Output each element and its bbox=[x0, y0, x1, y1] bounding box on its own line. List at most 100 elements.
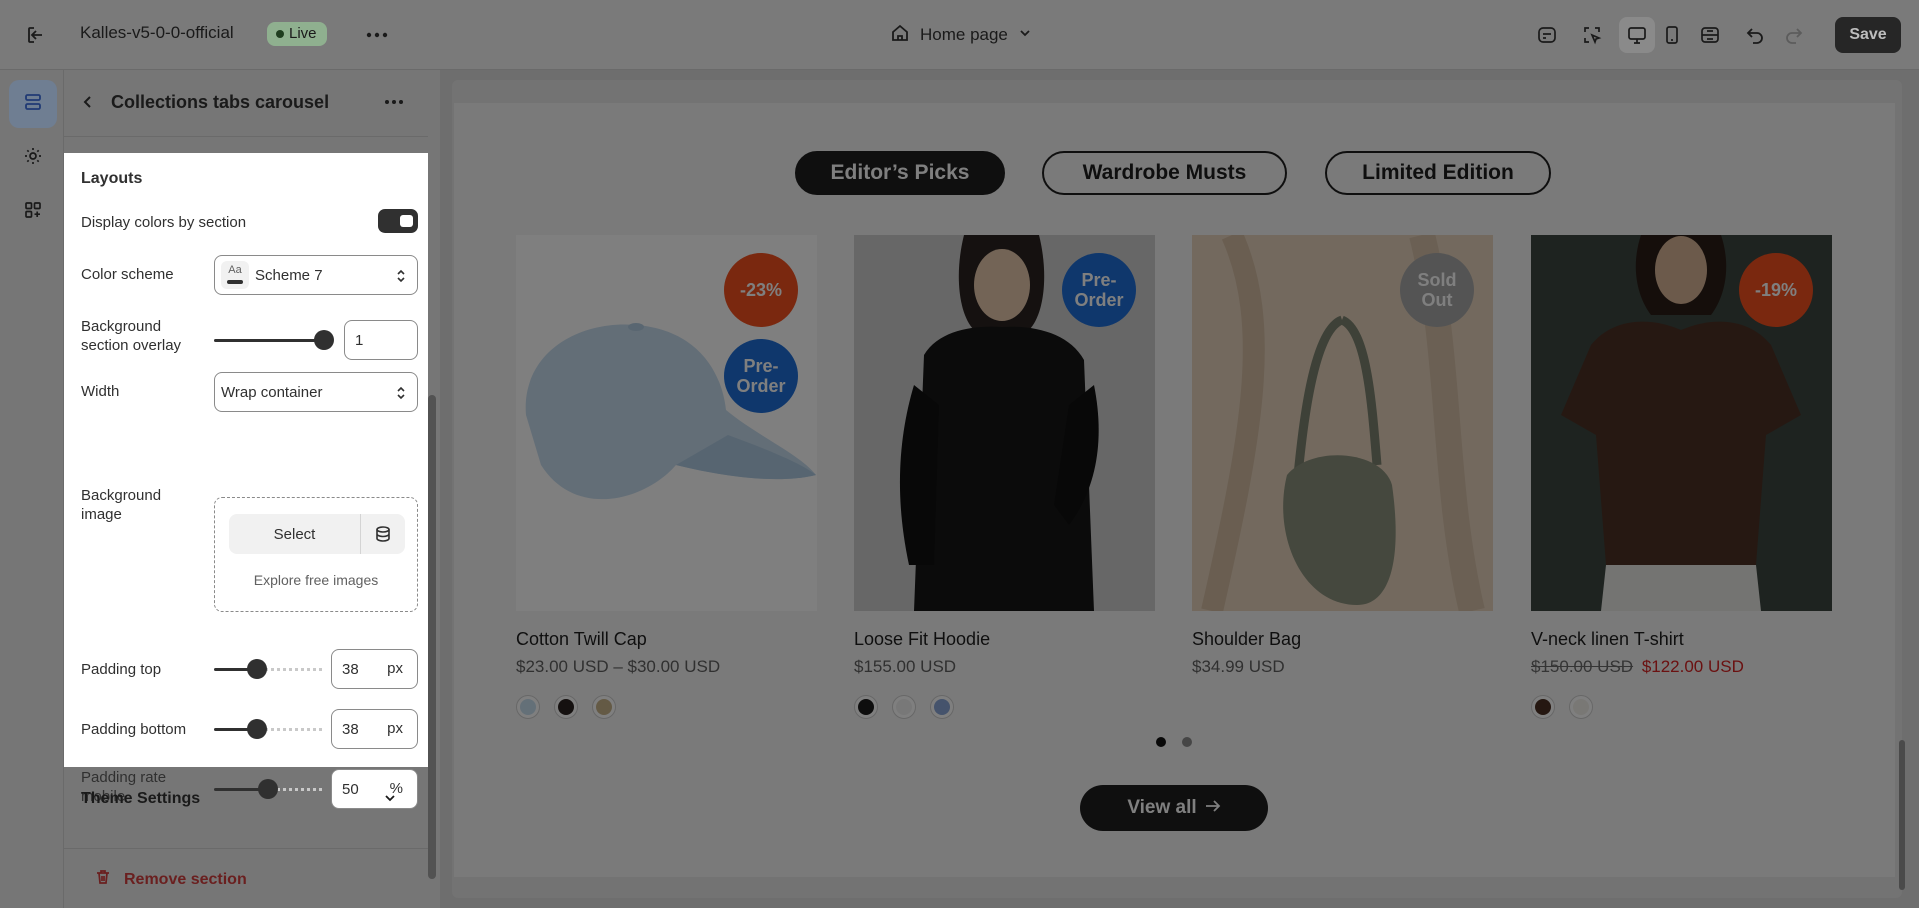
store-name: Kalles-v5-0-0-official bbox=[80, 23, 234, 42]
preorder-badge: Pre-Order bbox=[724, 339, 798, 413]
padding-bottom-input[interactable]: 38 px bbox=[331, 709, 418, 749]
product-image[interactable]: -23% Pre-Order bbox=[516, 235, 817, 611]
tab-limited-edition[interactable]: Limited Edition bbox=[1325, 151, 1551, 195]
apps-nav-button[interactable] bbox=[9, 188, 57, 236]
fullscreen-icon[interactable] bbox=[1694, 19, 1726, 51]
product-card[interactable]: Sold Out Shoulder Bag $34.99 USD bbox=[1192, 235, 1493, 676]
desktop-icon[interactable] bbox=[1621, 19, 1653, 51]
section-title: Collections tabs carousel bbox=[111, 92, 330, 112]
padding-rate-input[interactable]: 50 % bbox=[331, 769, 418, 809]
color-scheme-swatch: Aa bbox=[221, 261, 249, 289]
back-arrow-icon[interactable] bbox=[76, 90, 100, 114]
product-name[interactable]: Shoulder Bag bbox=[1192, 629, 1301, 650]
more-horizontal-icon[interactable] bbox=[380, 88, 408, 116]
home-icon bbox=[890, 23, 910, 48]
display-colors-toggle[interactable] bbox=[378, 209, 418, 233]
undo-icon[interactable] bbox=[1739, 19, 1771, 51]
select-image-button[interactable]: Select bbox=[229, 514, 361, 554]
color-scheme-label: Color scheme bbox=[81, 266, 174, 283]
color-swatch[interactable] bbox=[554, 695, 578, 719]
bg-image-label: Background image bbox=[81, 487, 162, 523]
padding-top-slider[interactable] bbox=[214, 659, 322, 679]
padding-bottom-slider[interactable] bbox=[214, 719, 322, 739]
view-all-button[interactable]: View all bbox=[1080, 785, 1268, 831]
padding-top-value: 38 bbox=[342, 660, 359, 678]
settings-sidebar: Collections tabs carousel Layouts Displa… bbox=[64, 70, 440, 908]
compare-at-price: $150.00 USD bbox=[1531, 657, 1634, 676]
arrow-right-icon bbox=[1205, 797, 1221, 819]
discount-badge: -23% bbox=[724, 253, 798, 327]
sold-out-badge: Sold Out bbox=[1400, 253, 1474, 327]
product-card[interactable]: Pre-Order Loose Fit Hoodie $155.00 USD bbox=[854, 235, 1155, 719]
product-name[interactable]: Loose Fit Hoodie bbox=[854, 629, 990, 650]
mobile-icon[interactable] bbox=[1656, 19, 1688, 51]
slider-thumb[interactable] bbox=[247, 659, 267, 679]
view-all-label: View all bbox=[1127, 797, 1197, 818]
tab-wardrobe-musts[interactable]: Wardrobe Musts bbox=[1042, 151, 1287, 195]
color-scheme-value: Scheme 7 bbox=[255, 266, 323, 284]
carousel-dot-2[interactable] bbox=[1180, 735, 1194, 749]
bg-overlay-slider[interactable] bbox=[214, 330, 334, 350]
sections-nav-button[interactable] bbox=[9, 80, 57, 128]
carousel-pagination bbox=[1154, 735, 1194, 749]
slider-thumb[interactable] bbox=[258, 779, 278, 799]
color-swatch[interactable] bbox=[854, 695, 878, 719]
chevron-down-icon[interactable] bbox=[382, 790, 398, 811]
product-image[interactable]: -19% bbox=[1531, 235, 1832, 611]
product-price: $150.00 USD $122.00 USD bbox=[1531, 657, 1744, 677]
sections-icon bbox=[23, 92, 43, 117]
padding-rate-slider[interactable] bbox=[214, 779, 322, 799]
theme-settings-nav-button[interactable] bbox=[9, 134, 57, 182]
width-value: Wrap container bbox=[221, 383, 323, 401]
product-image[interactable]: Pre-Order bbox=[854, 235, 1155, 611]
gear-icon bbox=[23, 146, 43, 171]
width-select[interactable]: Wrap container bbox=[214, 372, 418, 412]
sidebar-scrollbar[interactable] bbox=[428, 395, 436, 879]
display-colors-label: Display colors by section bbox=[81, 214, 247, 231]
redo-icon[interactable] bbox=[1778, 19, 1810, 51]
database-icon[interactable] bbox=[361, 514, 405, 554]
product-name[interactable]: Cotton Twill Cap bbox=[516, 629, 647, 650]
padding-bottom-unit: px bbox=[387, 720, 403, 737]
more-horizontal-icon[interactable] bbox=[361, 19, 393, 51]
product-card[interactable]: -19% V-neck linen T-shirt $150.00 USD $1… bbox=[1531, 235, 1832, 719]
page-selector[interactable]: Home page bbox=[890, 20, 1032, 50]
preview-scrollbar[interactable] bbox=[1899, 740, 1905, 890]
remove-section-button[interactable]: Remove section bbox=[94, 868, 247, 891]
slider-track-rest bbox=[259, 728, 322, 731]
save-button[interactable]: Save bbox=[1835, 17, 1901, 53]
color-swatch[interactable] bbox=[892, 695, 916, 719]
color-swatch[interactable] bbox=[930, 695, 954, 719]
color-scheme-select[interactable]: Aa Scheme 7 bbox=[214, 255, 418, 295]
padding-rate-value: 50 bbox=[342, 780, 359, 798]
color-swatch[interactable] bbox=[1569, 695, 1593, 719]
exit-icon[interactable] bbox=[20, 19, 52, 51]
layouts-settings-card: Layouts Display colors by section Color … bbox=[64, 153, 428, 809]
padding-bottom-label: Padding bottom bbox=[81, 721, 187, 738]
bg-overlay-value: 1 bbox=[355, 331, 364, 349]
explore-free-images-link[interactable]: Explore free images bbox=[215, 572, 417, 588]
product-price: $34.99 USD bbox=[1192, 657, 1285, 676]
color-swatch[interactable] bbox=[592, 695, 616, 719]
product-image[interactable]: Sold Out bbox=[1192, 235, 1493, 611]
slider-track bbox=[214, 339, 324, 342]
inspector-icon[interactable] bbox=[1576, 19, 1608, 51]
page-selector-label: Home page bbox=[920, 25, 1008, 44]
select-image-button-group: Select bbox=[229, 514, 405, 554]
bg-overlay-input[interactable]: 1 bbox=[344, 320, 418, 360]
tab-editors-picks[interactable]: Editor’s Picks bbox=[795, 151, 1005, 195]
theme-settings-accordion[interactable]: Theme Settings bbox=[81, 790, 200, 808]
color-swatch[interactable] bbox=[1531, 695, 1555, 719]
slider-thumb[interactable] bbox=[247, 719, 267, 739]
product-card[interactable]: -23% Pre-Order Cotton Twill Cap $23.00 U… bbox=[516, 235, 817, 719]
color-swatches bbox=[1531, 695, 1593, 719]
padding-top-label: Padding top bbox=[81, 661, 162, 678]
sale-price: $122.00 USD bbox=[1641, 657, 1744, 676]
slider-thumb[interactable] bbox=[314, 330, 334, 350]
color-swatch[interactable] bbox=[516, 695, 540, 719]
layouts-heading: Layouts bbox=[81, 170, 143, 187]
carousel-dot-1[interactable] bbox=[1154, 735, 1168, 749]
padding-top-input[interactable]: 38 px bbox=[331, 649, 418, 689]
app-embeds-icon[interactable] bbox=[1531, 19, 1563, 51]
product-name[interactable]: V-neck linen T-shirt bbox=[1531, 629, 1684, 650]
